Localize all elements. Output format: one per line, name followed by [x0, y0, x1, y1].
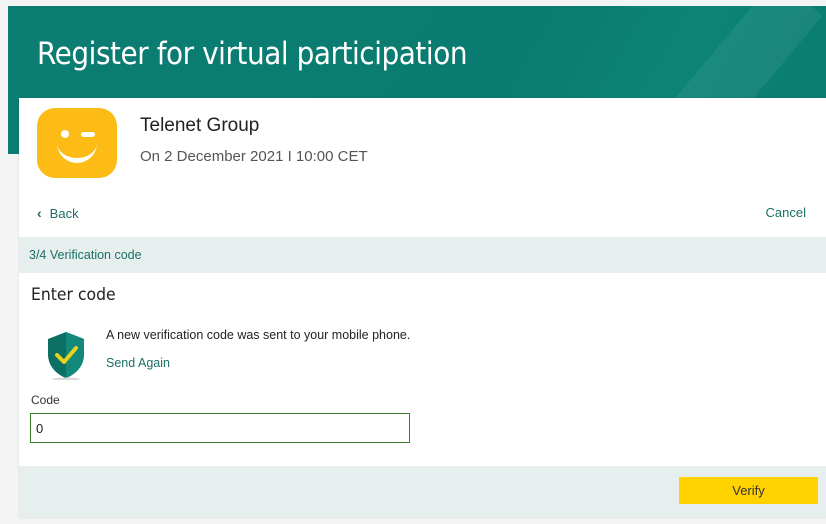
logo-eye-left [61, 130, 69, 138]
back-button[interactable]: ‹ Back [37, 205, 79, 221]
company-name: Telenet Group [140, 115, 260, 136]
verify-button[interactable]: Verify [679, 477, 818, 504]
step-indicator: 3/4 Verification code [19, 237, 826, 273]
telenet-logo-icon [37, 108, 117, 178]
code-label: Code [31, 393, 60, 407]
registration-card: Telenet Group On 2 December 2021 I 10:00… [19, 98, 826, 518]
logo-eye-right [81, 132, 95, 137]
back-label: Back [49, 205, 79, 221]
page-title: Register for virtual participation [37, 36, 468, 72]
verification-message: A new verification code was sent to your… [106, 328, 411, 342]
event-date: On 2 December 2021 I 10:00 CET [140, 148, 368, 165]
cancel-button[interactable]: Cancel [766, 205, 806, 220]
logo-mouth [57, 142, 97, 163]
footer-bar: Verify [19, 466, 826, 518]
code-input[interactable] [30, 413, 410, 443]
shield-check-icon [45, 330, 87, 381]
chevron-left-icon: ‹ [37, 205, 42, 221]
step-label: 3/4 Verification code [29, 248, 142, 262]
section-title: Enter code [31, 285, 116, 305]
send-again-link[interactable]: Send Again [106, 356, 170, 370]
